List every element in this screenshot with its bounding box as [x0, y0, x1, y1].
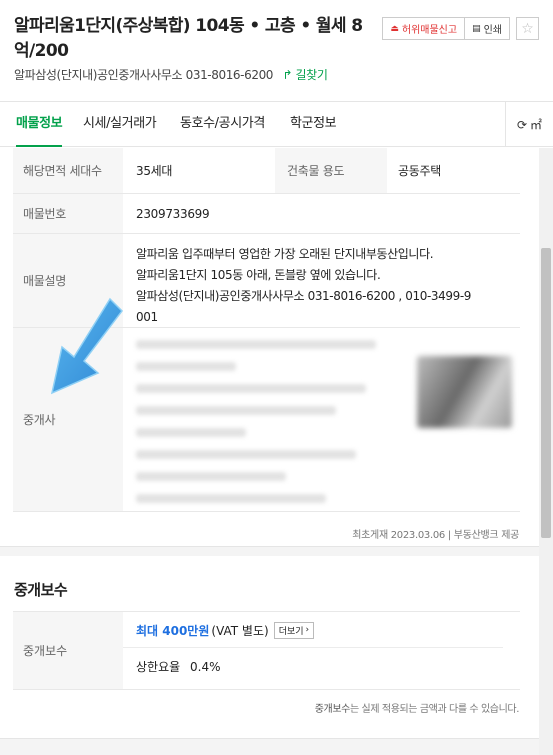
fee-note-bold: 중개보수: [314, 704, 351, 715]
header-actions: ⏏ 허위매물신고 ▤ 인쇄 ☆: [382, 17, 539, 40]
tab-listing-info[interactable]: 매물정보: [16, 102, 63, 147]
agent-photo: [417, 356, 512, 428]
scrollbar[interactable]: [539, 148, 553, 755]
rate-label: 상한요율: [136, 660, 181, 674]
alarm-icon: ⏏: [390, 23, 399, 34]
description-line: 알파리움 입주때부터 영업한 가장 오래된 단지내부동산입니다.: [136, 247, 434, 261]
report-label: 허위매물신고: [401, 25, 458, 36]
households-label: 해당면적 세대수: [13, 148, 123, 193]
fee-note-rest: 는 실제 적용되는 금액과 다를 수 있습니다.: [349, 704, 519, 715]
fee-vat: (VAT 별도): [211, 623, 269, 638]
tab-unit-official-price[interactable]: 동호수/공시가격: [180, 102, 265, 147]
description-line: 001: [136, 310, 158, 324]
more-label: 더보기: [278, 626, 304, 637]
table-row: 해당면적 세대수 35세대 건축물 용도 공동주택: [13, 148, 520, 194]
unit-label: ㎡: [530, 118, 543, 132]
print-label: 인쇄: [483, 25, 502, 36]
building-use-label: 건축물 용도: [275, 148, 387, 193]
refresh-icon: ⟳: [516, 117, 528, 132]
content-area: 해당면적 세대수 35세대 건축물 용도 공동주택 매물번호 230973369…: [0, 148, 539, 755]
fee-more-button[interactable]: 더보기 ›: [273, 621, 315, 639]
agent-line: 알파삼성(단지내)공인중개사사무소 031-8016-6200 ↱ 길찾기: [14, 66, 328, 83]
report-false-listing-button[interactable]: ⏏ 허위매물신고: [382, 17, 466, 40]
description-line: 알파삼성(단지내)공인중개사사무소 031-8016-6200 , 010-34…: [136, 289, 472, 303]
listing-title: 알파리움1단지(주상복합) 104동 • 고층 • 월세 8억/200: [14, 16, 363, 61]
households-value: 35세대: [136, 164, 173, 178]
tab-school-info[interactable]: 학군정보: [290, 102, 337, 147]
print-icon: ▤: [472, 23, 481, 34]
tab-market-price[interactable]: 시세/실거래가: [83, 102, 157, 147]
agent-office: 알파삼성(단지내)공인중개사사무소: [14, 68, 183, 82]
rate-value: 0.4%: [190, 660, 221, 674]
fee-section-title: 중개보수: [14, 581, 68, 599]
fee-note: 중개보수는 실제 적용되는 금액과 다를 수 있습니다.: [314, 700, 520, 715]
directions-link[interactable]: ↱ 길찾기: [282, 68, 327, 82]
description-line: 알파리움1단지 105동 아래, 돈블랑 옆에 있습니다.: [136, 268, 381, 282]
section-divider: [0, 546, 539, 556]
chevron-right-icon: ›: [305, 625, 310, 635]
listing-no-value: 2309733699: [136, 206, 210, 221]
agent-card-blurred: [123, 328, 520, 511]
fee-value: 최대 400만원 (VAT 별도) 더보기 › 상한요율 0.4%: [123, 612, 503, 689]
agent-phone: 031-8016-6200: [185, 68, 274, 82]
table-row: 매물번호 2309733699: [13, 194, 520, 234]
listing-header: 알파리움1단지(주상복합) 104동 • 고층 • 월세 8억/200 ⏏ 허위…: [0, 0, 553, 100]
listing-tabs: 매물정보 시세/실거래가 동호수/공시가격 학군정보 ⟳ ㎡: [0, 101, 553, 147]
scrollbar-thumb[interactable]: [541, 248, 551, 538]
first-registered-info: 최초게재 2023.03.06 | 부동산뱅크 제공: [352, 530, 519, 541]
section-divider: [0, 738, 539, 755]
fee-table: 중개보수 최대 400만원 (VAT 별도) 더보기 › 상한요율 0.4%: [13, 611, 520, 690]
listing-no-label: 매물번호: [13, 194, 123, 233]
fee-rate: 상한요율 0.4%: [136, 658, 503, 675]
print-button[interactable]: ▤ 인쇄: [465, 17, 510, 40]
blue-arrow-icon: [50, 297, 123, 395]
favorite-star-icon[interactable]: ☆: [516, 17, 539, 40]
description-text: 알파리움 입주때부터 영업한 가장 오래된 단지내부동산입니다. 알파리움1단지…: [123, 234, 471, 327]
building-use-value: 공동주택: [398, 164, 441, 178]
fee-amount: 최대 400만원: [136, 623, 210, 638]
divider: [123, 647, 503, 648]
unit-toggle-button[interactable]: ⟳ ㎡: [505, 102, 553, 147]
fee-label: 중개보수: [13, 612, 123, 689]
